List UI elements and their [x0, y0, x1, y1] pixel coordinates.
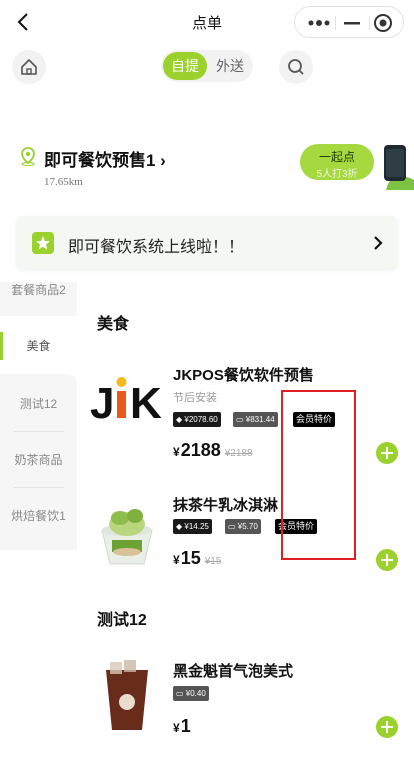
- sidebar-item-label: 烘焙餐饮1: [11, 509, 66, 523]
- minimize-icon[interactable]: [341, 15, 363, 31]
- announcement-text: 即可餐饮系统上线啦！！: [68, 239, 245, 256]
- search-icon[interactable]: [279, 50, 313, 84]
- add-to-cart-button[interactable]: [376, 549, 398, 571]
- currency-symbol: ¥: [173, 721, 180, 735]
- currency-symbol: ¥: [173, 553, 180, 567]
- capsule-divider: [335, 16, 336, 30]
- sidebar-item-test12[interactable]: 测试12: [0, 382, 77, 426]
- group-order-subtitle: 5人打3折: [316, 169, 358, 180]
- order-mode-toggle: 自提 外送: [161, 50, 253, 82]
- price-value: 15: [180, 548, 201, 568]
- price-tag-card: ▭ ¥0.40: [173, 686, 209, 701]
- tag-value: ¥0.40: [185, 689, 206, 698]
- phone-illustration-icon: [374, 140, 414, 190]
- sidebar-item-milk-tea[interactable]: 奶茶商品: [0, 438, 77, 482]
- sidebar-divider: [14, 487, 64, 488]
- nav-bar: 点单: [0, 0, 414, 44]
- sidebar-item-label: 美食: [26, 339, 51, 353]
- price-tag-card: ▭ ¥5.70: [225, 519, 261, 534]
- price-tag-diamond: ◆ ¥2078.60: [173, 412, 221, 427]
- close-icon[interactable]: [373, 13, 393, 33]
- section-title: 测试12: [97, 612, 147, 629]
- tag-value: ¥2078.60: [184, 415, 218, 424]
- product-image[interactable]: [90, 496, 164, 570]
- category-sidebar: 套餐商品2 美食 测试12 奶茶商品 烘焙餐饮1: [0, 282, 77, 550]
- product-name[interactable]: 抹茶牛乳冰淇淋: [173, 494, 278, 515]
- store-distance: 17.65km: [44, 176, 83, 188]
- add-to-cart-button[interactable]: [376, 442, 398, 464]
- price-tag-card: ▭ ¥831.44: [233, 412, 278, 427]
- price-row: ¥ 2188 ¥2188: [173, 440, 253, 461]
- price-row: ¥ 1: [173, 716, 191, 746]
- group-order-title: 一起点: [318, 150, 355, 164]
- original-price: ¥15: [204, 556, 222, 567]
- home-icon[interactable]: [12, 50, 46, 84]
- sidebar-divider: [14, 431, 64, 432]
- location-pin-icon: [18, 146, 38, 166]
- price-tag-diamond: ◆ ¥14.25: [173, 519, 212, 534]
- product-name[interactable]: 黑金魁首气泡美式: [173, 660, 293, 681]
- mode-delivery-tab[interactable]: 外送: [209, 52, 251, 80]
- chevron-right-icon: [372, 234, 384, 252]
- sidebar-item-label: 套餐商品2: [11, 283, 66, 297]
- currency-symbol: ¥: [173, 445, 180, 459]
- sidebar-item-food[interactable]: 美食: [0, 328, 77, 364]
- sidebar-item-label: 奶茶商品: [14, 453, 63, 467]
- announcement-banner[interactable]: 即可餐饮系统上线啦！！: [16, 216, 398, 270]
- original-price: ¥2188: [224, 448, 253, 459]
- tag-value: ¥831.44: [245, 415, 275, 424]
- capsule-divider: [369, 16, 370, 30]
- product-name[interactable]: JKPOS餐饮软件预售: [173, 364, 314, 385]
- logo-letter-k: K: [130, 379, 162, 428]
- annotation-highlight-box: [281, 390, 356, 560]
- section-title: 美食: [97, 316, 130, 333]
- miniprogram-capsule: [294, 6, 404, 38]
- sidebar-item-bakery[interactable]: 烘焙餐饮1: [0, 494, 77, 538]
- mode-pickup-tab[interactable]: 自提: [163, 52, 207, 80]
- product-image[interactable]: J K: [90, 364, 164, 438]
- store-name-link[interactable]: 即可餐饮预售1 ›: [44, 146, 166, 171]
- logo-letter-j: J: [90, 379, 114, 428]
- star-badge-icon: [32, 232, 54, 254]
- price-value: 1: [180, 716, 191, 736]
- tag-value: ¥5.70: [237, 522, 258, 531]
- add-to-cart-button[interactable]: [376, 716, 398, 738]
- sidebar-item-label: 测试12: [19, 397, 58, 411]
- price-row: ¥ 15 ¥15: [173, 548, 221, 569]
- product-subtitle: 节后安装: [173, 392, 217, 404]
- product-image[interactable]: [90, 660, 164, 730]
- tag-value: ¥14.25: [184, 522, 209, 531]
- price-value: 2188: [180, 440, 221, 460]
- sidebar-item-combo[interactable]: 套餐商品2: [0, 282, 77, 316]
- group-order-button[interactable]: 一起点 5人打3折: [300, 144, 374, 180]
- more-icon[interactable]: [305, 15, 333, 31]
